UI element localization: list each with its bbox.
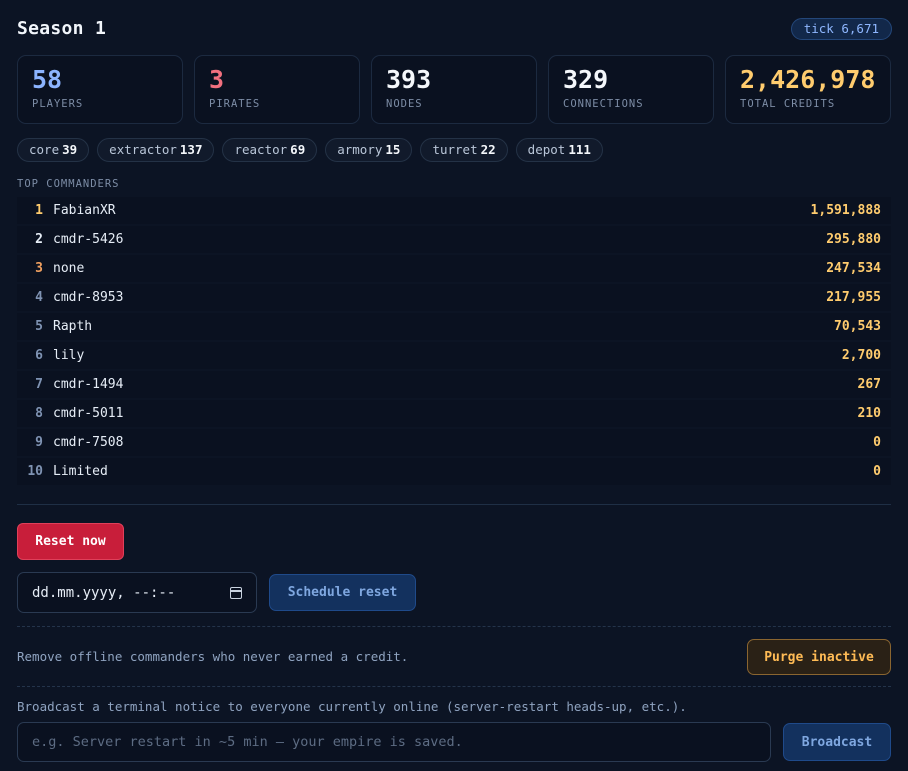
stat-card-connections: 329 CONNECTIONS xyxy=(548,55,714,124)
broadcast-message-input[interactable] xyxy=(17,722,771,762)
commander-name: cmdr-5011 xyxy=(53,406,124,421)
leaderboard-row: 7 cmdr-1494 267 xyxy=(17,371,891,398)
stat-card-total-credits: 2,426,978 TOTAL CREDITS xyxy=(725,55,891,124)
season-admin-panel: Season 1 tick 6,671 58 PLAYERS 3 PIRATES… xyxy=(0,0,908,771)
leaderboard-row: 4 cmdr-8953 217,955 xyxy=(17,284,891,311)
chip-count: 69 xyxy=(290,142,306,157)
rank-number: 7 xyxy=(35,377,43,392)
commander-credits: 210 xyxy=(857,406,881,421)
chip-label: depot xyxy=(527,142,566,157)
rank-number: 10 xyxy=(27,464,43,479)
commander-credits: 217,955 xyxy=(826,290,881,305)
calendar-icon[interactable] xyxy=(230,586,242,599)
stat-value: 58 xyxy=(32,65,63,94)
chip-reactor: reactor 69 xyxy=(222,138,318,162)
commander-name: FabianXR xyxy=(53,203,116,218)
page-title: Season 1 xyxy=(17,18,107,39)
stat-card-pirates: 3 PIRATES xyxy=(194,55,360,124)
stat-value: 393 xyxy=(386,65,432,94)
chip-label: armory xyxy=(337,142,383,157)
stat-card-nodes: 393 NODES xyxy=(371,55,537,124)
stat-value: 3 xyxy=(209,65,225,94)
chip-extractor: extractor 137 xyxy=(97,138,215,162)
leaderboard-row: 8 cmdr-5011 210 xyxy=(17,400,891,427)
leaderboard-heading: TOP COMMANDERS xyxy=(17,178,120,190)
commander-name: cmdr-1494 xyxy=(53,377,124,392)
chip-count: 39 xyxy=(62,142,78,157)
commander-name: cmdr-7508 xyxy=(53,435,124,450)
chip-armory: armory 15 xyxy=(325,138,413,162)
stat-label: PIRATES xyxy=(209,98,261,110)
commander-credits: 267 xyxy=(857,377,881,392)
rank-number: 8 xyxy=(35,406,43,421)
leaderboard-row: 10 Limited 0 xyxy=(17,458,891,485)
schedule-reset-button[interactable]: Schedule reset xyxy=(269,574,416,611)
chip-label: extractor xyxy=(109,142,177,157)
rank-number: 4 xyxy=(35,290,43,305)
dashed-divider xyxy=(17,686,891,687)
rank-number: 9 xyxy=(35,435,43,450)
commander-credits: 2,700 xyxy=(841,348,881,363)
rank-number: 2 xyxy=(35,232,43,247)
commander-name: none xyxy=(53,261,85,276)
stat-card-players: 58 PLAYERS xyxy=(17,55,183,124)
commander-name: lily xyxy=(53,348,85,363)
stat-value: 2,426,978 xyxy=(740,65,876,94)
leaderboard-row: 5 Rapth 70,543 xyxy=(17,313,891,340)
commander-credits: 295,880 xyxy=(826,232,881,247)
commander-name: cmdr-8953 xyxy=(53,290,124,305)
datetime-value: dd.mm.yyyy, --:-- xyxy=(32,584,176,601)
chip-count: 22 xyxy=(480,142,496,157)
broadcast-button[interactable]: Broadcast xyxy=(783,723,891,761)
leaderboard-row: 3 none 247,534 xyxy=(17,255,891,282)
broadcast-description: Broadcast a terminal notice to everyone … xyxy=(17,699,687,714)
node-type-chips: core 39 extractor 137 reactor 69 armory 15 t… xyxy=(17,138,603,162)
stats-row: 58 PLAYERS 3 PIRATES 393 NODES 329 CONNE… xyxy=(17,55,891,124)
reset-datetime-input[interactable]: dd.mm.yyyy, --:-- xyxy=(17,572,257,613)
chip-label: turret xyxy=(432,142,478,157)
stat-label: PLAYERS xyxy=(32,98,84,110)
leaderboard-row: 1 FabianXR 1,591,888 xyxy=(17,197,891,224)
chip-count: 137 xyxy=(179,142,203,157)
leaderboard: 1 FabianXR 1,591,888 2 cmdr-5426 295,880… xyxy=(17,197,891,487)
chip-count: 15 xyxy=(385,142,401,157)
section-divider xyxy=(17,504,891,505)
commander-name: Rapth xyxy=(53,319,93,334)
dashed-divider xyxy=(17,626,891,627)
commander-credits: 0 xyxy=(873,464,881,479)
commander-credits: 70,543 xyxy=(834,319,881,334)
commander-name: Limited xyxy=(53,464,108,479)
rank-number: 6 xyxy=(35,348,43,363)
reset-now-button[interactable]: Reset now xyxy=(17,523,124,560)
stat-label: NODES xyxy=(386,98,423,110)
leaderboard-row: 2 cmdr-5426 295,880 xyxy=(17,226,891,253)
purge-description: Remove offline commanders who never earn… xyxy=(17,649,409,664)
commander-credits: 247,534 xyxy=(826,261,881,276)
chip-core: core 39 xyxy=(17,138,90,162)
commander-credits: 0 xyxy=(873,435,881,450)
stat-label: CONNECTIONS xyxy=(563,98,644,110)
purge-inactive-button[interactable]: Purge inactive xyxy=(747,639,891,675)
leaderboard-row: 6 lily 2,700 xyxy=(17,342,891,369)
commander-name: cmdr-5426 xyxy=(53,232,124,247)
chip-depot: depot 111 xyxy=(515,138,603,162)
chip-label: reactor xyxy=(234,142,288,157)
chip-label: core xyxy=(29,142,60,157)
stat-label: TOTAL CREDITS xyxy=(740,98,836,110)
rank-number: 5 xyxy=(35,319,43,334)
stat-value: 329 xyxy=(563,65,609,94)
commander-credits: 1,591,888 xyxy=(810,203,881,218)
rank-number: 1 xyxy=(35,203,43,218)
chip-count: 111 xyxy=(568,142,591,157)
tick-badge: tick 6,671 xyxy=(790,18,892,40)
rank-number: 3 xyxy=(35,261,43,276)
leaderboard-row: 9 cmdr-7508 0 xyxy=(17,429,891,456)
chip-turret: turret 22 xyxy=(420,138,508,162)
